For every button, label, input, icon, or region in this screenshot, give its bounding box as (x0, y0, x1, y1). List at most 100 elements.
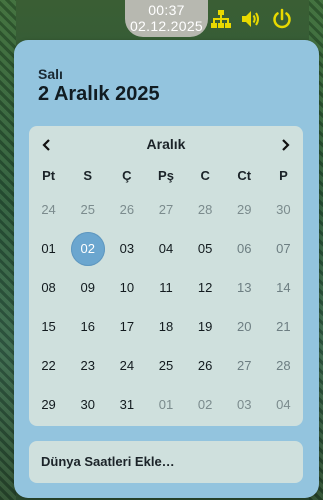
calendar-day[interactable]: 26 (107, 190, 146, 229)
weekday-header: Ct (237, 168, 252, 183)
day-number: 01 (158, 397, 174, 412)
calendar-day[interactable]: 03 (107, 229, 146, 268)
calendar-day[interactable]: 24 (29, 190, 68, 229)
calendar-day[interactable]: 18 (146, 307, 185, 346)
calendar-day[interactable]: 25 (146, 346, 185, 385)
calendar-day[interactable]: 28 (186, 190, 225, 229)
day-number: 02 (197, 397, 213, 412)
day-number: 05 (197, 241, 213, 256)
calendar-day[interactable]: 14 (264, 268, 303, 307)
weekday-header: Ç (122, 168, 132, 183)
day-number: 02 (70, 231, 105, 266)
day-number: 22 (41, 358, 56, 373)
calendar-day[interactable]: 22 (29, 346, 68, 385)
day-number: 18 (158, 319, 174, 334)
calendar-day[interactable]: 01 (29, 229, 68, 268)
day-number: 26 (119, 202, 135, 217)
calendar-day[interactable]: 31 (107, 385, 146, 424)
calendar-day-selected[interactable]: 02 (68, 229, 107, 268)
power-icon[interactable] (271, 8, 293, 30)
day-number: 28 (276, 358, 291, 373)
day-number: 21 (276, 319, 291, 334)
calendar-day[interactable]: 16 (68, 307, 107, 346)
network-icon[interactable] (210, 8, 232, 30)
weekday-name: Salı (38, 66, 63, 82)
day-number: 03 (119, 241, 135, 256)
calendar-day[interactable]: 24 (107, 346, 146, 385)
calendar-grid: Pt S Ç Pş C Ct P 24 25 26 27 28 29 30 01 02 03 04 05 06 07 08… (29, 168, 303, 424)
weekday-header: S (83, 168, 93, 183)
calendar-day[interactable]: 29 (29, 385, 68, 424)
day-number: 14 (276, 280, 291, 295)
panel-clock[interactable]: 00:37 02.12.2025 (125, 0, 208, 37)
month-title: Aralık (146, 136, 186, 152)
clock-time: 00:37 (148, 2, 185, 18)
day-number: 16 (80, 319, 95, 334)
calendar-day[interactable]: 09 (68, 268, 107, 307)
calendar-day[interactable]: 29 (225, 190, 264, 229)
next-month-button[interactable] (274, 134, 296, 156)
calendar-day[interactable]: 10 (107, 268, 146, 307)
weekday-header: C (200, 168, 210, 183)
day-number: 03 (237, 397, 252, 412)
day-number: 12 (197, 280, 213, 295)
day-number: 04 (158, 241, 174, 256)
calendar-day[interactable]: 26 (186, 346, 225, 385)
calendar-day[interactable]: 08 (29, 268, 68, 307)
chevron-right-icon (282, 139, 290, 151)
calendar-day[interactable]: 20 (225, 307, 264, 346)
calendar-day[interactable]: 05 (186, 229, 225, 268)
calendar-day[interactable]: 25 (68, 190, 107, 229)
calendar-day[interactable]: 27 (146, 190, 185, 229)
day-number: 01 (41, 241, 56, 256)
weekday-header: P (279, 168, 288, 183)
day-number: 20 (237, 319, 252, 334)
day-number: 24 (119, 358, 135, 373)
day-number: 31 (119, 397, 135, 412)
day-number: 30 (80, 397, 95, 412)
day-number: 06 (237, 241, 252, 256)
day-number: 26 (197, 358, 213, 373)
calendar-day[interactable]: 13 (225, 268, 264, 307)
calendar-day[interactable]: 30 (264, 190, 303, 229)
calendar-day[interactable]: 30 (68, 385, 107, 424)
weekday-header: Pt (42, 168, 56, 183)
day-number: 04 (276, 397, 291, 412)
weekday-header: Pş (158, 168, 174, 183)
calendar-day[interactable]: 19 (186, 307, 225, 346)
add-world-clocks-button[interactable]: Dünya Saatleri Ekle… (29, 441, 303, 483)
day-number: 08 (41, 280, 56, 295)
day-number: 07 (276, 241, 291, 256)
day-number: 25 (158, 358, 174, 373)
clock-date: 02.12.2025 (129, 18, 204, 34)
calendar-day[interactable]: 11 (146, 268, 185, 307)
calendar-day[interactable]: 04 (146, 229, 185, 268)
calendar-day[interactable]: 03 (225, 385, 264, 424)
calendar-header: Aralık (29, 134, 303, 156)
calendar-day[interactable]: 12 (186, 268, 225, 307)
day-number: 24 (41, 202, 56, 217)
calendar-day[interactable]: 06 (225, 229, 264, 268)
calendar-day[interactable]: 01 (146, 385, 185, 424)
calendar-day[interactable]: 15 (29, 307, 68, 346)
calendar-day[interactable]: 27 (225, 346, 264, 385)
day-number: 13 (237, 280, 252, 295)
day-number: 09 (80, 280, 95, 295)
top-panel: 00:37 02.12.2025 (0, 0, 323, 38)
calendar-day[interactable]: 23 (68, 346, 107, 385)
day-number: 11 (159, 280, 173, 295)
calendar-day[interactable]: 07 (264, 229, 303, 268)
calendar-day[interactable]: 04 (264, 385, 303, 424)
day-number: 29 (237, 202, 252, 217)
day-number: 29 (41, 397, 56, 412)
calendar-popup: Salı 2 Aralık 2025 Aralık Pt S Ç Pş C Ct P 24 25… (14, 40, 319, 498)
volume-icon[interactable] (240, 8, 262, 30)
calendar-widget: Aralık Pt S Ç Pş C Ct P 24 25 26 27 28 29 30 01 02 03 04 0… (29, 126, 303, 426)
calendar-day[interactable]: 02 (186, 385, 225, 424)
calendar-day[interactable]: 28 (264, 346, 303, 385)
day-number: 23 (80, 358, 95, 373)
calendar-day[interactable]: 17 (107, 307, 146, 346)
calendar-day[interactable]: 21 (264, 307, 303, 346)
day-number: 27 (237, 358, 252, 373)
day-number: 25 (80, 202, 95, 217)
